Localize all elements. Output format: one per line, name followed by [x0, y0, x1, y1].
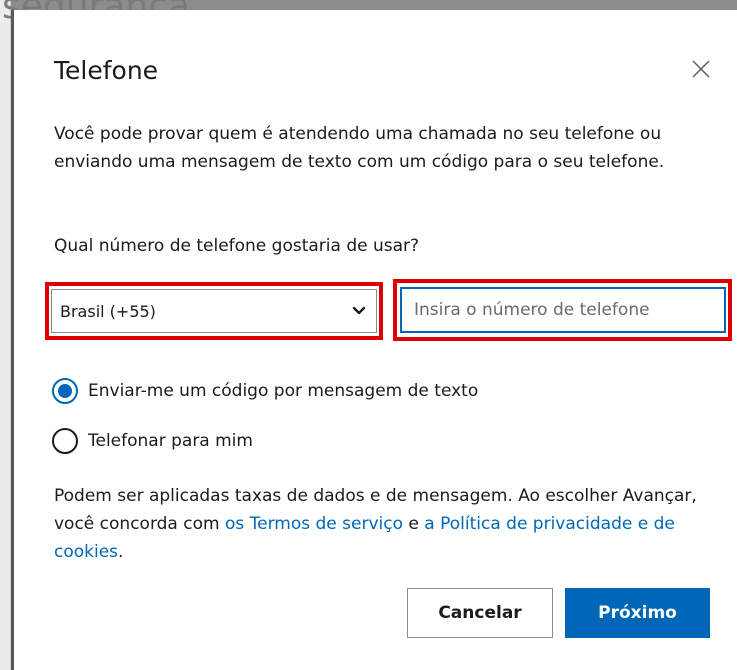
radio-unchecked[interactable]	[52, 428, 78, 454]
next-button[interactable]: Próximo	[565, 588, 710, 638]
country-code-value: Brasil (+55)	[60, 301, 156, 321]
option-call-me[interactable]: Telefonar para mim	[52, 428, 253, 454]
close-button[interactable]	[686, 54, 716, 84]
terms-text-after: .	[118, 542, 124, 562]
dialog-title: Telefone	[54, 56, 159, 85]
terms-of-service-link[interactable]: os Termos de serviço	[225, 514, 403, 534]
phone-dialog: Telefone Você pode provar quem é atenden…	[11, 10, 737, 670]
chevron-down-icon	[352, 306, 366, 315]
phone-question: Qual número de telefone gostaria de usar…	[54, 236, 420, 256]
radio-checked[interactable]	[52, 378, 78, 404]
option-call-me-label: Telefonar para mim	[88, 431, 253, 451]
phone-number-input[interactable]	[400, 287, 726, 333]
terms-text-middle: e	[403, 514, 425, 534]
country-code-select[interactable]: Brasil (+55)	[51, 289, 377, 333]
dialog-description: Você pode provar quem é atendendo uma ch…	[54, 124, 665, 172]
option-text-message[interactable]: Enviar-me um código por mensagem de text…	[52, 378, 478, 404]
background-left-strip	[0, 0, 11, 670]
cancel-button[interactable]: Cancelar	[407, 588, 553, 638]
terms-text: Podem ser aplicadas taxas de dados e de …	[54, 482, 714, 566]
close-icon	[692, 60, 710, 78]
option-text-message-label: Enviar-me um código por mensagem de text…	[88, 381, 479, 401]
